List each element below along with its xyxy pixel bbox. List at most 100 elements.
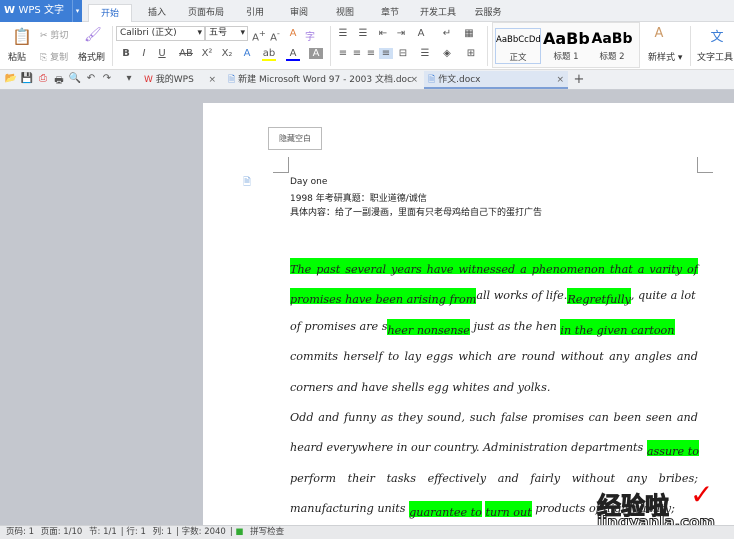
paragraph-line: Odd and funny as they sound, such false promises… bbox=[290, 410, 698, 426]
word: herself bbox=[343, 350, 383, 363]
font-name-select[interactable]: Calibri (正文) ▾ bbox=[116, 26, 205, 41]
align-center-icon[interactable]: ≡ bbox=[350, 48, 364, 59]
justify-icon[interactable]: ≡ bbox=[379, 48, 393, 59]
line-spacing-icon[interactable]: ☰ bbox=[418, 48, 432, 59]
close-icon[interactable]: × bbox=[208, 71, 216, 89]
status-page: 页码: 1 bbox=[6, 527, 34, 537]
superscript-icon[interactable]: X² bbox=[200, 48, 214, 59]
document-tab[interactable]: 🗎 作文.docx × bbox=[424, 71, 568, 89]
print-icon[interactable]: 🖶 bbox=[52, 73, 66, 90]
highlighted-text: assure to bbox=[646, 440, 699, 458]
highlighted-text: turn out bbox=[485, 501, 532, 519]
undo-icon[interactable]: ↶ bbox=[84, 73, 98, 84]
align-right-icon[interactable]: ≡ bbox=[364, 48, 378, 59]
menu-tab[interactable]: 引用 bbox=[236, 4, 274, 22]
print-preview-icon[interactable]: 🔍 bbox=[68, 73, 82, 84]
text-run: manufacturing units bbox=[290, 502, 410, 515]
export-pdf-icon[interactable]: ⎙ bbox=[36, 73, 50, 84]
menu-tab[interactable]: 页面布局 bbox=[180, 4, 232, 22]
menu-tab[interactable]: 云服务 bbox=[466, 4, 510, 22]
open-icon[interactable]: 📂 bbox=[4, 73, 18, 84]
cut-button[interactable]: ✂ 剪切 bbox=[40, 28, 68, 41]
customize-dropdown-icon[interactable]: ▾ bbox=[122, 73, 136, 84]
word: a bbox=[520, 263, 527, 276]
paste-button[interactable]: 粘贴 bbox=[8, 50, 26, 63]
app-menu-button[interactable]: W WPS 文字 ▾ bbox=[0, 0, 82, 22]
text-run: Odd and funny as they sound, such false promises… bbox=[290, 410, 698, 426]
status-words[interactable]: 字数: 2040 bbox=[182, 527, 226, 537]
hide-blank-button[interactable]: 隐藏空白 bbox=[268, 127, 322, 150]
numbering-icon[interactable]: ☰ bbox=[356, 28, 370, 39]
style-preview: AaBb bbox=[591, 31, 633, 47]
word: as bbox=[380, 411, 394, 424]
paragraph-line: promises have been arising from all works… bbox=[290, 288, 698, 306]
menu-tab[interactable]: 视图 bbox=[326, 4, 364, 22]
case-icon[interactable]: A bbox=[414, 28, 428, 39]
grow-font-icon[interactable]: A+ bbox=[252, 28, 266, 43]
redo-icon[interactable]: ↷ bbox=[100, 73, 114, 84]
paragraph-line: The past several years have witnessed a phenome… bbox=[290, 258, 698, 276]
underline-icon[interactable]: U bbox=[155, 48, 169, 59]
document-icon[interactable]: 🗎 bbox=[240, 175, 254, 192]
strikethrough-icon[interactable]: AB bbox=[176, 48, 196, 59]
style-item[interactable]: AaBb 标题 2 bbox=[589, 28, 635, 64]
font-size-select[interactable]: 五号 ▾ bbox=[205, 26, 248, 41]
menu-tab[interactable]: 插入 bbox=[138, 4, 176, 22]
text-run: perform their tasks effectively and fairly wit… bbox=[290, 471, 698, 487]
shrink-font-icon[interactable]: A- bbox=[268, 28, 282, 43]
word: The bbox=[290, 263, 312, 276]
paragraph-line: commits herself to lay eggs which are round with… bbox=[290, 349, 698, 365]
word: and bbox=[676, 411, 698, 424]
format-painter-button[interactable]: 格式刷 bbox=[78, 50, 105, 63]
word: and bbox=[497, 472, 519, 485]
phonetic-icon[interactable]: 字 bbox=[303, 28, 317, 43]
new-style-icon[interactable]: A bbox=[652, 26, 666, 41]
shading-icon[interactable]: ◈ bbox=[440, 48, 454, 59]
word: eggs bbox=[426, 350, 454, 363]
subscript-icon[interactable]: X₂ bbox=[220, 48, 234, 59]
menu-tab[interactable]: 章节 bbox=[372, 4, 408, 22]
highlighted-text: Regretfully bbox=[567, 288, 631, 306]
text-tools-button[interactable]: 文字工具 bbox=[697, 50, 733, 63]
menu-tab[interactable]: 开始 bbox=[88, 4, 132, 22]
table-icon[interactable]: ▦ bbox=[462, 28, 476, 39]
word: a bbox=[637, 263, 645, 276]
close-icon[interactable]: × bbox=[410, 71, 418, 89]
word: to bbox=[387, 350, 400, 363]
increase-indent-icon[interactable]: ⇥ bbox=[394, 28, 408, 39]
align-left-icon[interactable]: ≡ bbox=[336, 48, 350, 59]
distributed-icon[interactable]: ⊟ bbox=[396, 48, 410, 59]
document-tab[interactable]: W 我的WPS × bbox=[140, 71, 220, 89]
document-tab[interactable]: 🗎 新建 Microsoft Word 97 - 2003 文档.doc × bbox=[224, 71, 422, 89]
font-color-icon[interactable]: A bbox=[286, 48, 300, 61]
bold-icon[interactable]: B bbox=[119, 48, 133, 59]
style-name: 正文 bbox=[509, 53, 527, 63]
style-item[interactable]: AaBb 标题 1 bbox=[543, 28, 589, 64]
word: such bbox=[469, 411, 497, 424]
new-style-button[interactable]: 新样式 ▾ bbox=[648, 50, 682, 63]
text-tools-icon[interactable]: 文 bbox=[710, 26, 724, 45]
copy-button[interactable]: ⎘ 复制 bbox=[40, 50, 68, 63]
chevron-down-icon[interactable]: ▾ bbox=[72, 0, 82, 22]
menu-tab[interactable]: 审阅 bbox=[280, 4, 318, 22]
decrease-indent-icon[interactable]: ⇤ bbox=[376, 28, 390, 39]
header-line: 1998 年考研真题：职业道德/诚信 bbox=[290, 194, 427, 204]
bullets-icon[interactable]: ☰ bbox=[336, 28, 350, 39]
paragraph-mark-icon[interactable]: ↵ bbox=[440, 28, 454, 39]
paste-icon[interactable]: 📋 bbox=[12, 27, 32, 46]
style-name: 标题 2 bbox=[599, 52, 625, 62]
menu-tab[interactable]: 开发工具 bbox=[414, 4, 462, 22]
style-item[interactable]: AaBbCcDd 正文 bbox=[495, 28, 541, 64]
text-effect-icon[interactable]: A bbox=[240, 48, 254, 59]
highlight-icon[interactable]: ab bbox=[262, 48, 276, 61]
status-row: 行: 1 bbox=[126, 527, 146, 537]
new-tab-icon[interactable]: + bbox=[572, 72, 586, 87]
clear-format-icon[interactable]: A bbox=[286, 28, 300, 39]
save-icon[interactable]: 💾 bbox=[20, 73, 34, 84]
italic-icon[interactable]: I bbox=[137, 48, 151, 59]
format-painter-icon[interactable]: 🖌 bbox=[84, 27, 102, 43]
close-icon[interactable]: × bbox=[556, 71, 564, 89]
spell-check-button[interactable]: ■ 拼写检查 bbox=[235, 527, 288, 537]
char-shading-icon[interactable]: A bbox=[309, 48, 323, 59]
borders-icon[interactable]: ⊞ bbox=[464, 48, 478, 59]
